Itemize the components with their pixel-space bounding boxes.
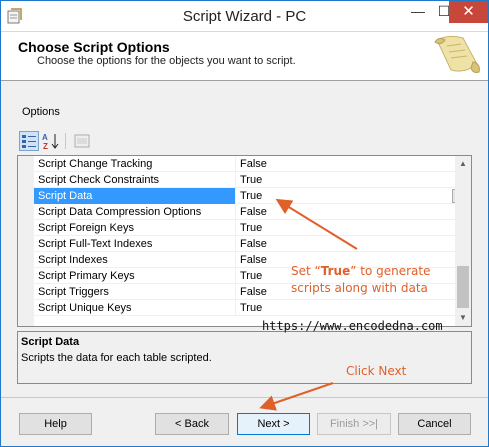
help-button[interactable]: Help	[19, 413, 92, 435]
annotation-text: ” to generate	[350, 264, 431, 278]
property-value[interactable]: True	[240, 190, 262, 202]
alphabetical-icon[interactable]: A Z	[41, 131, 61, 151]
close-button[interactable]: ✕	[449, 1, 488, 23]
title-bar[interactable]: Script Wizard - PC — ☐ ✕	[1, 1, 488, 31]
svg-text:A: A	[42, 133, 48, 142]
description-text: Scripts the data for each table scripted…	[21, 352, 212, 364]
scroll-down-button[interactable]: ▼	[455, 310, 471, 326]
annotation-bold-text: True	[320, 264, 351, 278]
scroll-up-button[interactable]: ▲	[455, 156, 471, 172]
property-name: Script Check Constraints	[38, 174, 160, 186]
property-name: Script Foreign Keys	[38, 222, 134, 234]
property-name: Script Triggers	[38, 286, 109, 298]
back-button[interactable]: < Back	[155, 413, 229, 435]
toolbar-separator	[65, 133, 66, 149]
property-name: Script Unique Keys	[38, 302, 132, 314]
property-name: Script Data	[38, 190, 93, 202]
finish-button[interactable]: Finish >>|	[317, 413, 391, 435]
column-divider	[235, 156, 236, 172]
column-divider	[235, 300, 236, 316]
annotation-text: scripts along with data	[291, 281, 428, 295]
property-grid[interactable]: Script Change Tracking False Script Check …	[17, 155, 472, 327]
svg-text:Z: Z	[43, 142, 48, 151]
page-title: Choose Script Options	[18, 39, 170, 55]
column-divider	[235, 268, 236, 284]
arrow-to-next-button	[259, 382, 334, 411]
annotation-click-next: Click Next	[346, 364, 407, 378]
property-name: Script Indexes	[38, 254, 108, 266]
scrollbar-thumb[interactable]	[457, 266, 469, 308]
property-pages-icon[interactable]	[72, 131, 92, 151]
next-button[interactable]: Next >	[237, 413, 310, 435]
column-divider	[235, 236, 236, 252]
property-row[interactable]: Script Unique Keys True	[34, 300, 455, 316]
grid-gutter	[18, 156, 34, 326]
column-divider	[235, 204, 236, 220]
description-title: Script Data	[21, 336, 80, 348]
property-value[interactable]: False	[240, 254, 267, 266]
property-value[interactable]: False	[240, 206, 267, 218]
minimize-button[interactable]: —	[405, 1, 431, 23]
property-name: Script Data Compression Options	[38, 206, 202, 218]
property-name: Script Change Tracking	[38, 158, 153, 170]
property-value[interactable]: False	[240, 238, 267, 250]
property-value[interactable]: True	[240, 222, 262, 234]
column-divider	[235, 188, 236, 204]
column-divider	[235, 252, 236, 268]
property-row[interactable]: Script Foreign Keys True	[34, 220, 455, 236]
annotation-text: Set “	[291, 264, 321, 278]
script-wizard-window: Script Wizard - PC — ☐ ✕ Choose Script O…	[0, 0, 489, 447]
property-row[interactable]: Script DataTrue▼	[34, 188, 468, 204]
vertical-scrollbar[interactable]: ▲ ▼	[455, 156, 471, 326]
property-row[interactable]: Script Check Constraints True	[34, 172, 455, 188]
annotation-set-true: Set “True” to generate scripts along wit…	[291, 263, 430, 297]
scroll-parchment-icon	[434, 35, 480, 73]
cancel-button[interactable]: Cancel	[398, 413, 471, 435]
property-row[interactable]: Script Full-Text Indexes False	[34, 236, 455, 252]
wizard-header: Choose Script Options Choose the options…	[1, 31, 488, 81]
property-value[interactable]: True	[240, 270, 262, 282]
property-value[interactable]: True	[240, 174, 262, 186]
property-name: Script Full-Text Indexes	[38, 238, 153, 250]
footer-divider	[1, 397, 488, 398]
watermark-url: https://www.encodedna.com	[262, 319, 443, 333]
column-divider	[235, 172, 236, 188]
column-divider	[235, 284, 236, 300]
property-value[interactable]: False	[240, 286, 267, 298]
property-value[interactable]: False	[240, 158, 267, 170]
property-row[interactable]: Script Change Tracking False	[34, 156, 455, 172]
column-divider	[235, 220, 236, 236]
property-value[interactable]: True	[240, 302, 262, 314]
property-row[interactable]: Script Data Compression Options False	[34, 204, 455, 220]
page-subtitle: Choose the options for the objects you w…	[37, 55, 296, 67]
options-label: Options	[22, 106, 60, 118]
property-name: Script Primary Keys	[38, 270, 135, 282]
categorized-icon[interactable]	[19, 131, 39, 151]
